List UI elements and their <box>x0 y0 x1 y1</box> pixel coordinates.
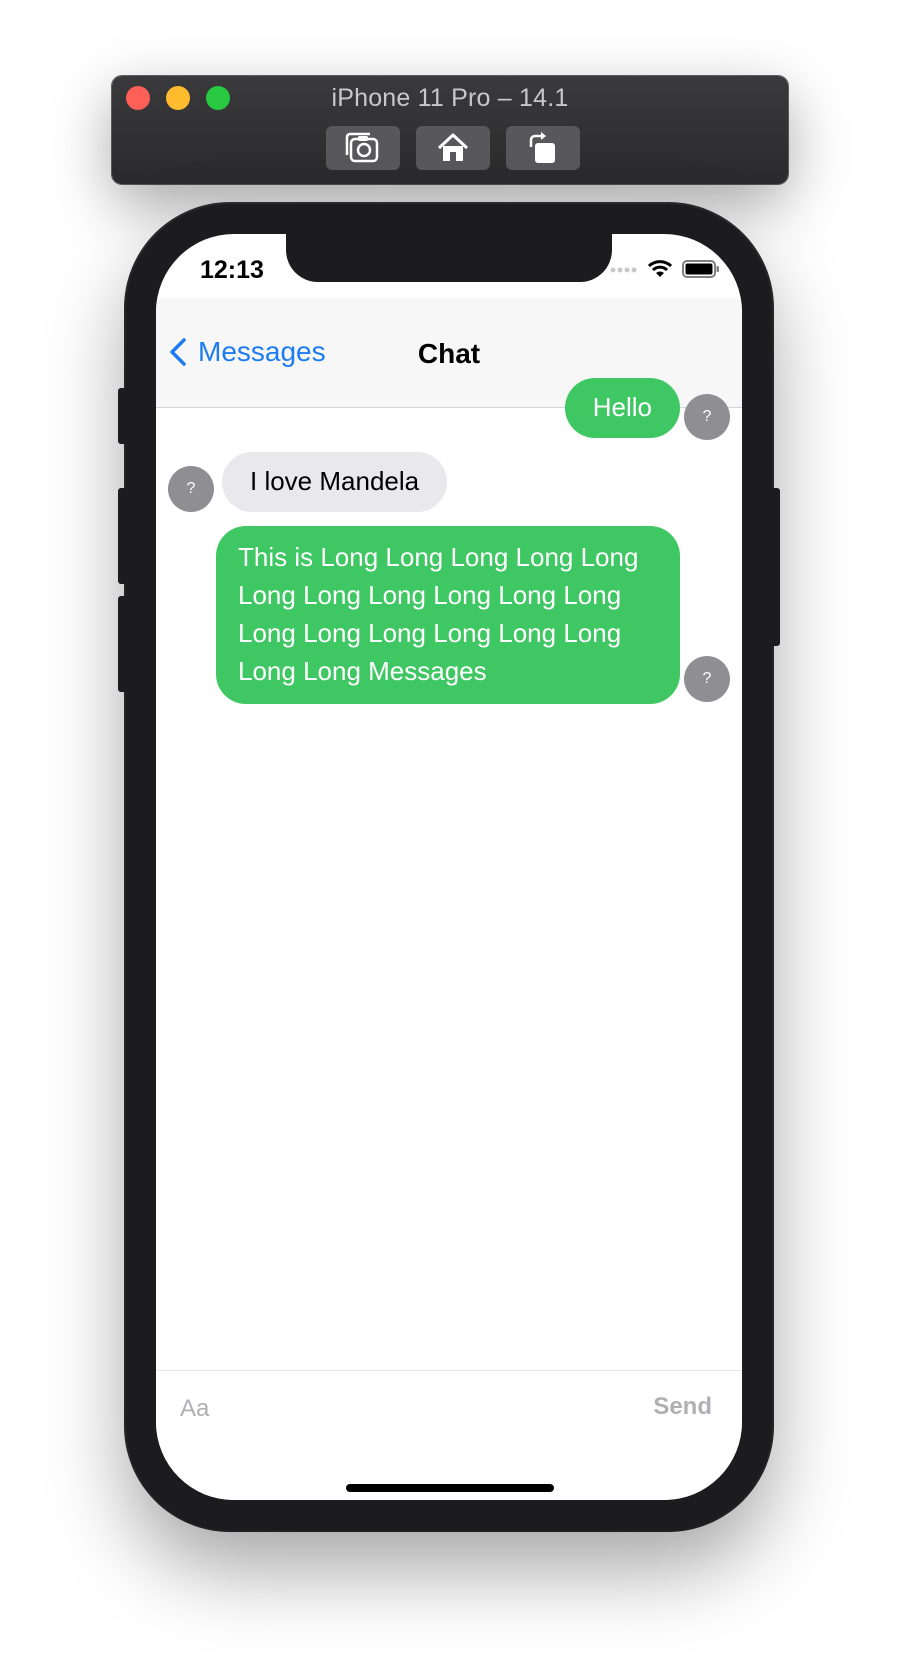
wifi-icon <box>648 260 672 277</box>
status-icons <box>610 260 720 278</box>
page-title: Chat <box>417 338 481 369</box>
message-bubble-outgoing[interactable]: Hello <box>564 378 680 438</box>
battery-icon <box>682 260 719 278</box>
status-time: 12:13 <box>200 256 264 284</box>
volume-down-button <box>118 596 130 692</box>
home-button[interactable] <box>416 126 490 170</box>
avatar[interactable]: ? <box>168 466 214 512</box>
message-composer: Send <box>156 1370 742 1500</box>
volume-up-button <box>118 488 130 584</box>
notch <box>286 234 612 282</box>
send-button[interactable]: Send <box>653 1393 712 1421</box>
rotate-button[interactable] <box>506 126 580 170</box>
message-bubble-outgoing[interactable]: This is Long Long Long Long Long Long Lo… <box>216 526 680 704</box>
avatar[interactable]: ? <box>684 656 730 702</box>
screenshot-icon <box>345 132 379 163</box>
mute-switch <box>118 388 130 444</box>
screenshot-button[interactable] <box>326 126 400 170</box>
message-input[interactable] <box>180 1389 620 1429</box>
simulator-toolbar: iPhone 11 Pro – 14.1 <box>112 76 788 184</box>
phone-screen: 12:13 Messages Chat Hello ? ? I love Man… <box>156 234 742 1500</box>
rotate-icon <box>529 132 555 163</box>
power-button <box>768 488 780 646</box>
signal-icon <box>610 267 637 273</box>
home-indicator[interactable] <box>346 1484 554 1492</box>
home-icon <box>437 133 469 161</box>
avatar[interactable]: ? <box>684 394 730 440</box>
simulator-title: iPhone 11 Pro – 14.1 <box>331 84 569 112</box>
message-bubble-incoming[interactable]: I love Mandela <box>222 452 448 512</box>
